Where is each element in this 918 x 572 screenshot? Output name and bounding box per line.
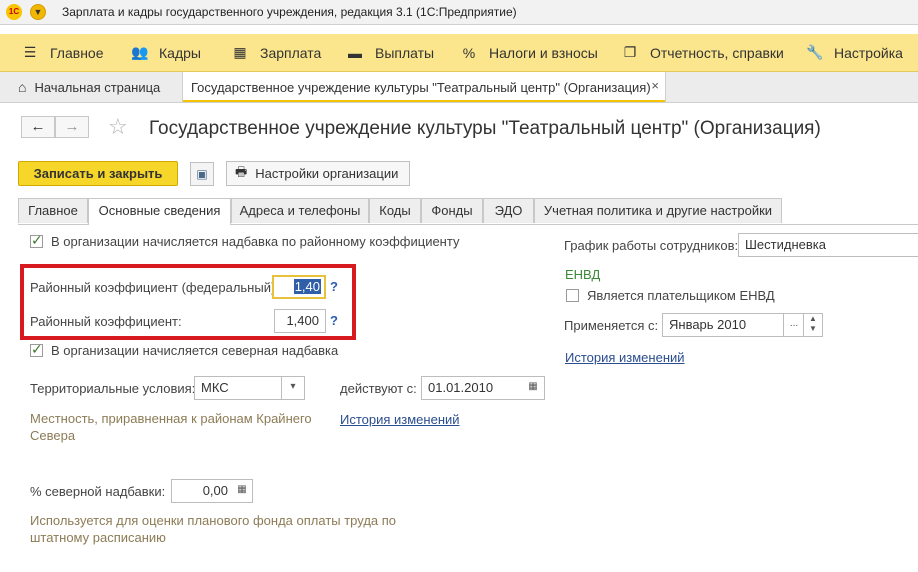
territorial-history-link[interactable]: История изменений (340, 412, 460, 427)
north-allowance-checkbox[interactable] (30, 341, 43, 358)
people-icon: 👥 (131, 44, 149, 60)
section-label: Главное (50, 44, 104, 61)
form-title: Государственное учреждение культуры "Теа… (149, 118, 821, 139)
save-icon[interactable]: ▣ (190, 162, 214, 186)
window-title: Зарплата и кадры государственного учрежд… (62, 5, 517, 19)
organization-window-tab[interactable]: Государственное учреждение культуры "Теа… (182, 72, 666, 102)
tab-addresses[interactable]: Адреса и телефоны (231, 198, 369, 223)
applied-from-value: Январь 2010 (669, 317, 747, 332)
wallet-icon: ▬ (348, 44, 362, 61)
home-page-tab[interactable]: ⌂ Начальная страница (0, 72, 160, 102)
effective-from-label: действуют с: (340, 381, 417, 396)
hamburger-icon: ☰ (23, 44, 37, 60)
federal-coef-label: Районный коэффициент (федеральный): (30, 280, 279, 295)
tab-funds[interactable]: Фонды (421, 198, 483, 223)
tab-main[interactable]: Главное (18, 198, 88, 223)
organization-settings-button[interactable]: 🖶 Настройки организации (226, 161, 410, 186)
calendar-icon[interactable]: ▦ (522, 377, 544, 399)
tab-accounting-policy[interactable]: Учетная политика и другие настройки (534, 198, 782, 223)
territorial-conditions-value: МКС (201, 380, 229, 395)
section-settings[interactable]: 🔧 Настройка (806, 34, 903, 71)
report-icon: ❐ (623, 44, 637, 60)
save-and-close-button[interactable]: Записать и закрыть (18, 161, 178, 186)
territorial-hint: Местность, приравненная к районам Крайне… (30, 411, 312, 443)
back-button[interactable]: ← (21, 116, 55, 138)
north-percent-hint: Используется для оценки планового фонда … (30, 513, 397, 545)
section-payments[interactable]: ▬ Выплаты (347, 34, 434, 71)
north-percent-label: % северной надбавки: (30, 484, 166, 499)
effective-from-value: 01.01.2010 (428, 380, 494, 395)
section-label: Налоги и взносы (489, 44, 598, 61)
close-icon[interactable]: × (651, 78, 659, 93)
coef-help-icon[interactable]: ? (330, 313, 338, 328)
section-hr[interactable]: 👥 Кадры (131, 34, 201, 71)
printer-icon: 🖶 (235, 163, 248, 179)
federal-coef-input[interactable]: 1,40 (272, 275, 326, 299)
sections-panel: ☰ Главное 👥 Кадры ▦ Зарплата ▬ Выплаты %… (0, 34, 918, 72)
main-menu-button[interactable]: ▼ (30, 4, 46, 20)
organization-settings-label: Настройки организации (255, 166, 399, 181)
section-label: Выплаты (375, 44, 435, 61)
section-label: Отчетность, справки (650, 44, 784, 61)
home-page-label: Начальная страница (34, 79, 161, 95)
app-logo: 1С (6, 4, 22, 20)
north-percent-input[interactable]: 0,00 ▦ (171, 479, 253, 503)
envd-history-link[interactable]: История изменений (565, 350, 685, 365)
territorial-conditions-label: Территориальные условия: (30, 381, 196, 396)
coef-input[interactable]: 1,400 (274, 309, 326, 333)
schedule-select[interactable]: Шестидневка (738, 233, 918, 257)
north-percent-value: 0,00 (202, 483, 228, 498)
regional-coef-checkbox[interactable] (30, 232, 43, 249)
section-taxes[interactable]: % Налоги и взносы (461, 34, 598, 71)
envd-checkbox[interactable] (566, 289, 579, 302)
schedule-label: График работы сотрудников: (564, 238, 739, 253)
title-bar: 1С ▼ Зарплата и кадры государственного у… (0, 0, 918, 25)
section-salary[interactable]: ▦ Зарплата (232, 34, 321, 71)
form-tabs: Главное Основные сведения Адреса и телеф… (18, 198, 918, 225)
envd-header: ЕНВД (565, 267, 601, 282)
section-label: Зарплата (260, 44, 322, 61)
chevron-down-icon[interactable]: ▾ (281, 377, 304, 399)
tab-codes[interactable]: Коды (369, 198, 421, 223)
territorial-conditions-select[interactable]: МКС ▾ (194, 376, 305, 400)
section-label: Настройка (834, 44, 903, 61)
tab-basic-info[interactable]: Основные сведения (88, 198, 231, 225)
forward-button[interactable]: → (55, 116, 89, 138)
regional-coef-checkbox-label: В организации начисляется надбавка по ра… (51, 234, 460, 249)
favorite-star-icon[interactable]: ☆ (108, 114, 128, 140)
spin-arrows-icon[interactable]: ▲ ▼ (803, 314, 822, 336)
percent-icon: % (462, 44, 476, 61)
coef-label: Районный коэффициент: (30, 314, 182, 329)
section-label: Кадры (159, 44, 201, 61)
calculator-icon: ▦ (233, 44, 247, 60)
wrench-icon: 🔧 (806, 44, 824, 60)
window-tab-label: Государственное учреждение культуры "Теа… (191, 79, 651, 95)
federal-coef-value: 1,40 (293, 279, 321, 294)
section-main[interactable]: ☰ Главное (22, 34, 104, 71)
section-reports[interactable]: ❐ Отчетность, справки (622, 34, 784, 71)
applied-from-label: Применяется с: (564, 318, 659, 333)
north-allowance-checkbox-label: В организации начисляется северная надба… (51, 343, 339, 358)
tab-edo[interactable]: ЭДО (483, 198, 534, 223)
applied-from-input[interactable]: Январь 2010 ... ▲ ▼ (662, 313, 823, 337)
calculator-icon[interactable]: ▦ (232, 480, 252, 502)
federal-coef-help-icon[interactable]: ? (330, 279, 338, 294)
open-windows-bar: ⌂ Начальная страница Государственное учр… (0, 72, 918, 103)
home-icon: ⌂ (18, 79, 27, 95)
effective-from-date-input[interactable]: 01.01.2010 ▦ (421, 376, 545, 400)
active-tab-indicator (183, 100, 665, 102)
envd-checkbox-label: Является плательщиком ЕНВД (587, 288, 775, 303)
select-ellipsis-button[interactable]: ... (783, 314, 804, 336)
